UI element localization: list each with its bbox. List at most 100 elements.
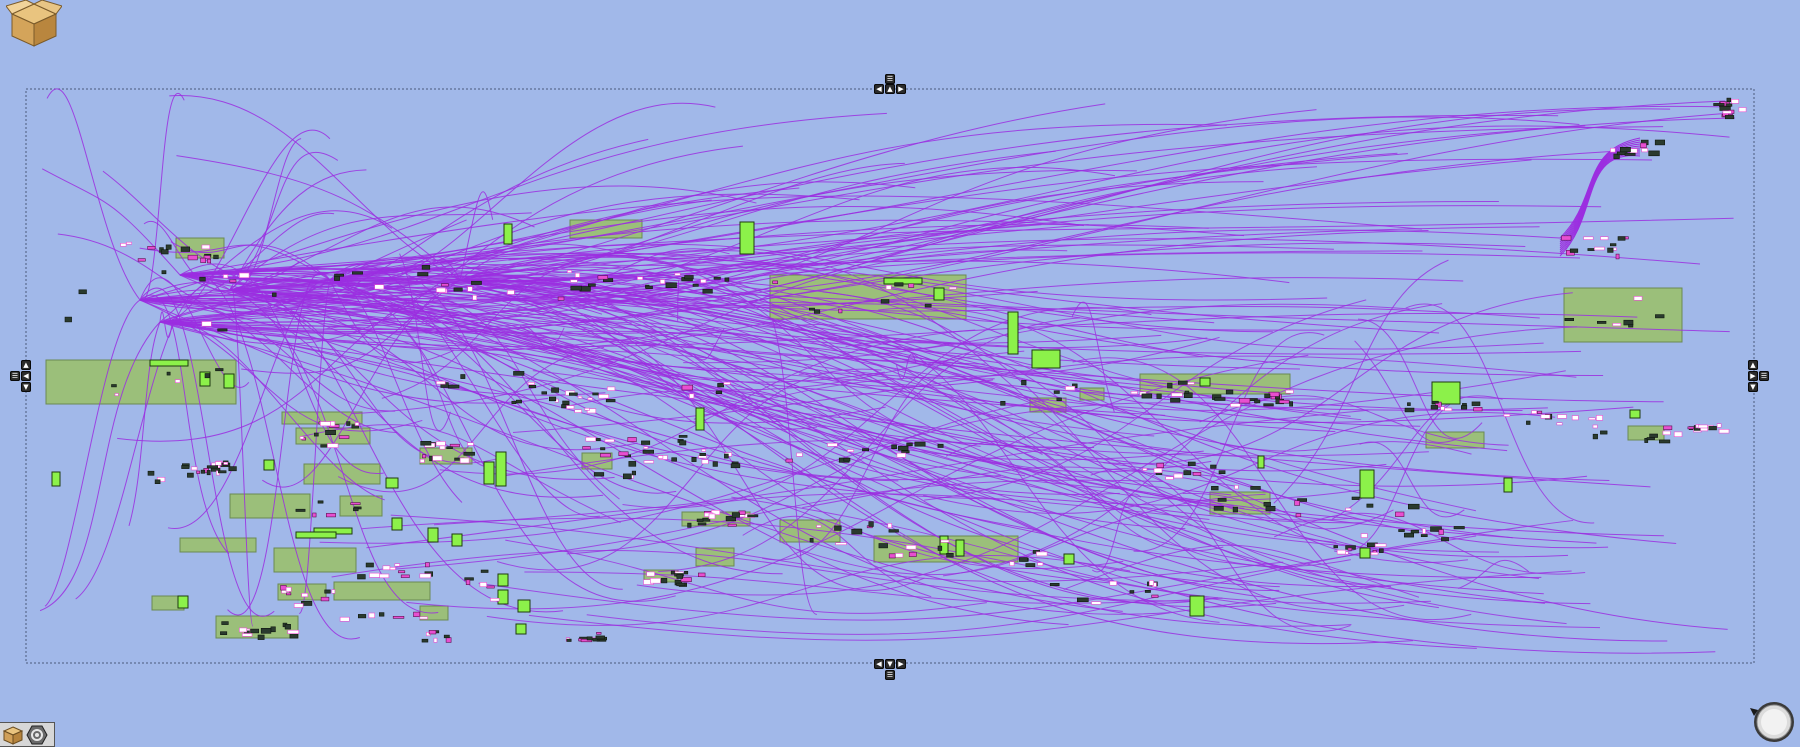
graph-node — [896, 452, 907, 458]
arrow-down-icon[interactable]: ▼ — [21, 382, 31, 392]
graph-node — [206, 470, 211, 476]
arrow-down-icon[interactable]: ▼ — [1748, 382, 1758, 392]
graph-node — [64, 316, 72, 323]
graph-node — [1646, 437, 1655, 440]
arrow-up-icon[interactable]: ▲ — [1748, 360, 1758, 370]
node-group — [303, 463, 381, 485]
graph-node — [687, 522, 692, 528]
graph-node — [1471, 401, 1481, 406]
graph-node — [346, 421, 351, 426]
graph-node — [1156, 462, 1164, 469]
arrow-right-icon[interactable]: ▶ — [896, 659, 906, 669]
green-panel — [51, 471, 61, 487]
graph-node — [888, 553, 896, 559]
graph-node — [684, 275, 694, 280]
graph-node — [1612, 247, 1617, 251]
arrow-up-icon[interactable]: ▲ — [885, 84, 895, 94]
arrow-right-icon[interactable]: ▶ — [896, 84, 906, 94]
graph-node — [353, 507, 359, 512]
graph-node — [1053, 390, 1060, 394]
graph-node — [562, 400, 570, 405]
graph-node — [515, 399, 522, 404]
graph-node — [334, 273, 344, 277]
graph-node — [1395, 511, 1405, 517]
graph-node — [937, 545, 943, 551]
graph-node — [1718, 428, 1730, 434]
graph-node — [285, 586, 292, 592]
navigator-dial-icon[interactable] — [1748, 698, 1796, 746]
arrow-left-icon[interactable]: ◀ — [21, 371, 31, 381]
wire — [44, 299, 141, 607]
green-panel — [451, 533, 463, 547]
gear-hex-icon[interactable] — [26, 725, 48, 745]
green-panel — [739, 221, 755, 255]
graph-node — [467, 286, 473, 292]
align-bottom-icon[interactable]: ☰ — [885, 670, 895, 680]
node-graph-canvas[interactable] — [0, 0, 1800, 747]
graph-node — [679, 440, 687, 446]
graph-node — [1109, 580, 1118, 586]
align-right-icon[interactable]: ☰ — [1759, 371, 1769, 381]
graph-node — [354, 422, 360, 426]
arrow-right-icon[interactable]: ▶ — [1748, 371, 1758, 381]
graph-node — [618, 451, 629, 456]
graph-node — [440, 283, 449, 287]
graph-node — [717, 383, 724, 388]
graph-node — [727, 523, 737, 527]
graph-node — [1726, 103, 1733, 107]
green-panel — [1431, 381, 1461, 405]
graph-node — [834, 525, 842, 531]
graph-node — [643, 460, 654, 464]
graph-node — [689, 393, 695, 399]
green-panel — [1503, 477, 1513, 493]
arrow-left-icon[interactable]: ◀ — [874, 84, 884, 94]
graph-node — [161, 249, 169, 255]
arrow-left-icon[interactable]: ◀ — [874, 659, 884, 669]
arrow-down-icon[interactable]: ▼ — [885, 659, 895, 669]
graph-node — [1173, 473, 1183, 479]
align-left-icon[interactable]: ☰ — [10, 371, 20, 381]
graph-node — [1722, 110, 1732, 114]
graph-node — [1597, 320, 1607, 324]
graph-node — [1077, 597, 1089, 603]
graph-node — [223, 461, 228, 465]
graph-node — [574, 409, 582, 413]
graph-node — [1211, 485, 1219, 491]
graph-node — [587, 397, 593, 401]
graph-node — [586, 636, 593, 641]
box-tool-icon[interactable] — [2, 725, 24, 745]
graph-node — [1430, 405, 1438, 410]
graph-node — [628, 461, 637, 467]
graph-node — [1130, 390, 1138, 395]
graph-node — [421, 265, 431, 270]
wire — [139, 93, 185, 301]
graph-node — [398, 570, 406, 574]
graph-node — [541, 391, 547, 395]
graph-node — [1250, 486, 1261, 490]
arrow-up-icon[interactable]: ▲ — [21, 360, 31, 370]
graph-node — [1153, 467, 1163, 473]
graph-node — [350, 502, 361, 505]
graph-node — [324, 589, 331, 594]
graph-node — [606, 386, 616, 391]
graph-node — [1360, 533, 1368, 538]
graph-node — [712, 461, 718, 467]
graph-node — [1370, 552, 1379, 556]
wire — [128, 321, 161, 527]
graph-node — [528, 384, 537, 389]
graph-node — [287, 629, 300, 635]
graph-node — [147, 246, 156, 250]
graph-node — [191, 466, 198, 471]
graph-node — [1633, 296, 1643, 301]
graph-node — [338, 435, 350, 439]
align-top-icon[interactable]: ☰ — [885, 74, 895, 84]
graph-node — [447, 384, 460, 389]
green-panel — [1189, 595, 1205, 617]
graph-node — [557, 296, 565, 301]
graph-node — [374, 284, 385, 290]
graph-node — [199, 276, 206, 282]
graph-node — [368, 612, 375, 619]
graph-node — [1422, 528, 1426, 534]
green-panel — [1031, 349, 1061, 369]
graph-node — [1289, 401, 1294, 407]
